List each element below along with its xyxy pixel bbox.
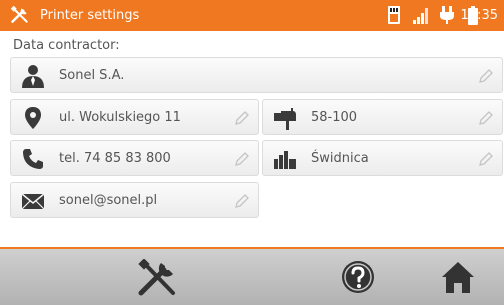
pencil-icon[interactable]: [478, 110, 494, 126]
mailbox-icon: [274, 108, 296, 130]
factory-icon: [274, 151, 296, 169]
window-title: Printer settings: [40, 8, 140, 23]
phone-field[interactable]: tel. 74 85 83 800: [10, 140, 259, 176]
company-value: Sonel S.A.: [59, 68, 125, 83]
status-bar: Printer settings 11:35: [0, 0, 504, 31]
phone-icon: [23, 149, 43, 169]
clock: 11:35: [460, 8, 498, 23]
company-field[interactable]: Sonel S.A.: [10, 57, 503, 93]
help-icon[interactable]: [340, 259, 376, 295]
wrench-screwdriver-icon: [10, 5, 28, 23]
postal-code-field[interactable]: 58-100: [262, 99, 503, 135]
email-value: sonel@sonel.pl: [59, 193, 158, 208]
email-field[interactable]: sonel@sonel.pl: [10, 182, 259, 218]
settings-button[interactable]: [137, 259, 179, 297]
city-field[interactable]: Świdnica: [262, 140, 503, 176]
phone-value: tel. 74 85 83 800: [59, 151, 171, 166]
bottom-toolbar: [0, 249, 504, 305]
street-field[interactable]: ul. Wokulskiego 11: [10, 99, 259, 135]
envelope-icon: [21, 193, 45, 210]
pencil-icon[interactable]: [234, 193, 250, 209]
sd-card-icon: [388, 6, 400, 24]
postal-code-value: 58-100: [311, 110, 358, 125]
home-icon[interactable]: [440, 259, 476, 295]
pencil-icon[interactable]: [234, 110, 250, 126]
city-value: Świdnica: [311, 151, 369, 166]
section-label: Data contractor:: [13, 38, 120, 53]
signal-icon: [413, 8, 428, 24]
pencil-icon[interactable]: [478, 151, 494, 167]
location-pin-icon: [25, 107, 41, 129]
street-value: ul. Wokulskiego 11: [59, 110, 181, 125]
pencil-icon[interactable]: [234, 151, 250, 167]
pencil-icon[interactable]: [478, 68, 494, 84]
plug-icon: [440, 6, 454, 24]
person-icon: [22, 65, 44, 88]
